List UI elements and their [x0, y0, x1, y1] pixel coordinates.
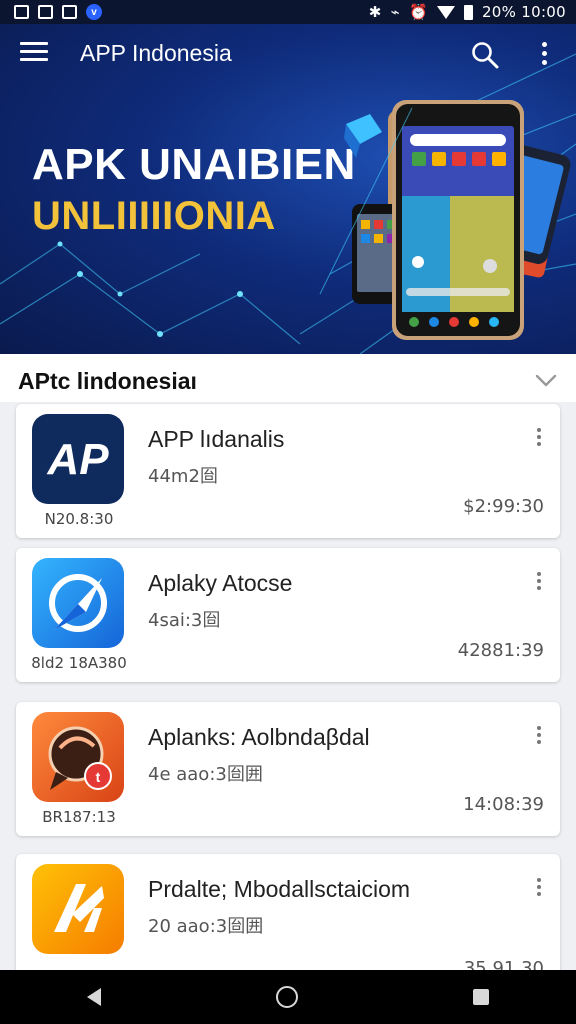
image-notification-icon: [38, 5, 53, 19]
svg-text:AP: AP: [46, 435, 109, 484]
more-vertical-icon[interactable]: [534, 572, 544, 594]
section-header: APtc lindonesiaı: [0, 354, 576, 402]
app-name: Aplanks: Aolbndaβdal: [148, 724, 370, 750]
phones-illustration: [319, 100, 571, 340]
recent-apps-icon[interactable]: [472, 989, 489, 1005]
status-bar: v ✱ ⌁ ⏰ 20% 10:00: [0, 0, 576, 24]
app-subtitle: 20 aao:3囼囲: [148, 916, 264, 937]
chevron-down-icon[interactable]: [534, 368, 558, 392]
app-card[interactable]: t BR187:13 Aplanks: Aolbndaβdal 4e aao:3…: [16, 702, 560, 836]
toolbar: APP Indonesia: [0, 24, 576, 84]
app-title: APP Indonesia: [80, 40, 232, 66]
banner-subheadline: UNLIIIIIONIA: [32, 194, 276, 238]
vpn-icon: v: [86, 4, 102, 20]
alarm-icon: ⏰: [408, 3, 428, 21]
app-card[interactable]: AP N20.8:30 APP lıdanalis 44m2囼 $2:99:30: [16, 404, 560, 538]
compass-arrow-icon: [32, 558, 124, 648]
section-title: APtc lindonesiaı: [18, 368, 197, 394]
status-bar-right: ✱ ⌁ ⏰ 20% 10:00: [369, 3, 566, 21]
app-list: AP N20.8:30 APP lıdanalis 44m2囼 $2:99:30…: [0, 402, 576, 970]
app-card[interactable]: 8ld2 18A380 Aplaky Atocse 4sai:3囼 42881:…: [16, 548, 560, 682]
app-name: Aplaky Atocse: [148, 570, 293, 596]
app-price: $2:99:30: [463, 496, 544, 517]
app-meta: BR187:13: [42, 808, 116, 826]
ay-app-icon: [32, 864, 124, 954]
more-vertical-icon[interactable]: [534, 428, 544, 450]
svg-text:t: t: [96, 769, 101, 785]
status-text: 20% 10:00: [481, 3, 566, 21]
app-subtitle: 4sai:3囼: [148, 610, 221, 631]
document-notification-icon: [62, 5, 77, 19]
ap-app-icon: AP: [32, 414, 124, 504]
home-icon[interactable]: [275, 986, 298, 1008]
app-meta: 8ld2 18A380: [31, 654, 127, 672]
more-vertical-icon[interactable]: [534, 726, 544, 748]
vibrate-icon: ⌁: [390, 3, 400, 21]
app-price: 14:08:39: [463, 794, 544, 815]
app-name: APP lıdanalis: [148, 426, 285, 452]
app-price: 42881:39: [457, 640, 544, 661]
search-icon[interactable]: [470, 40, 500, 70]
wifi-icon: [436, 5, 455, 19]
battery-icon: [463, 4, 473, 20]
photo-notification-icon: [14, 5, 29, 19]
system-nav-bar: [0, 970, 576, 1024]
back-icon[interactable]: [87, 988, 102, 1006]
bluetooth-icon: ✱: [368, 3, 382, 21]
hamburger-menu-icon[interactable]: [20, 42, 48, 66]
chat-pin-icon: t: [32, 712, 124, 802]
app-meta: N20.8:30: [44, 510, 114, 528]
app-subtitle: 4e aao:3囼囲: [148, 764, 263, 785]
app-subtitle: 44m2囼: [148, 466, 218, 487]
more-vertical-icon[interactable]: [534, 42, 554, 70]
more-vertical-icon[interactable]: [534, 878, 544, 900]
app-name: Prdalte; Mbodallsctaiciom: [148, 876, 411, 902]
app-card[interactable]: Prdalte; Mbodallsctaiciom 20 aao:3囼囲 35.…: [16, 854, 560, 970]
header-banner: APP Indonesia APK UNAIBIEN UNLIIIIIONIA: [0, 24, 576, 354]
app-price: 35.91.30: [463, 958, 544, 970]
status-bar-left: v: [14, 4, 102, 20]
